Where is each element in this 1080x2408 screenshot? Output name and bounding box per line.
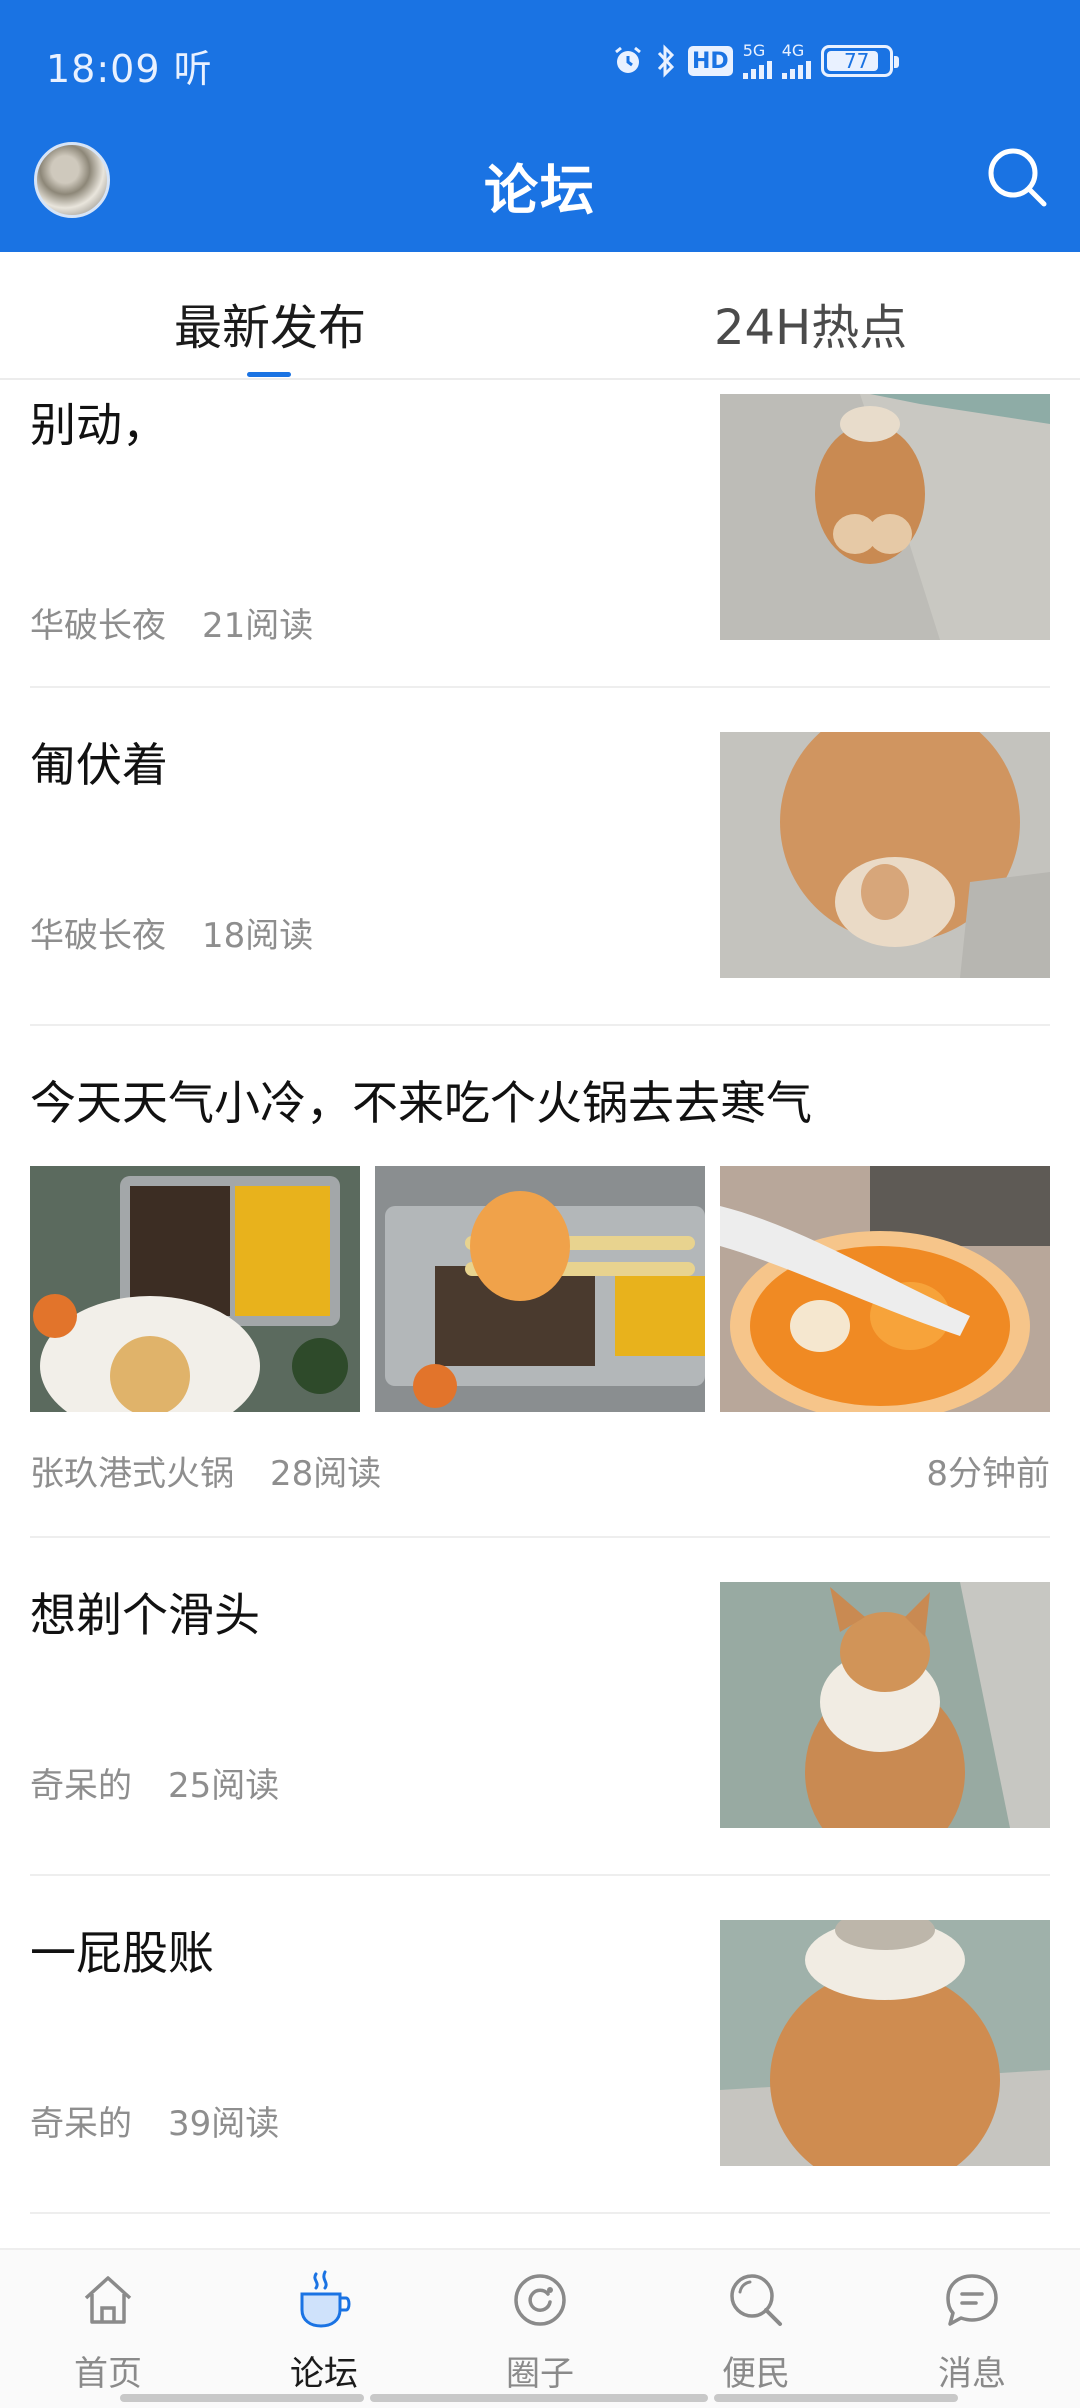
alarm-icon [612,43,644,79]
post-thumbnail [720,1582,1050,1828]
scrollbar-segment [370,2394,708,2402]
page-title: 论坛 [484,159,596,222]
status-time: 18:09 听 [46,47,213,91]
signal-4g-icon: 4G [781,43,811,79]
post-author: 奇呆的 [30,1766,132,1806]
search-icon [730,2274,782,2326]
battery-icon: 77 [820,45,899,77]
post-author: 张玖港式火锅 [30,1454,234,1494]
post-title: 匍伏着 [30,738,168,792]
scrollbar-segment [120,2394,364,2402]
scrollbar-segment [714,2394,958,2402]
circle-icon [514,2274,566,2326]
nav-label: 论坛 [290,2354,358,2394]
coffee-cup-icon [300,2270,351,2328]
post-title: 想剃个滑头 [30,1588,260,1642]
nav-home[interactable]: 首页 [0,2250,216,2408]
tab-indicator [247,372,291,377]
message-icon [946,2274,998,2326]
post-title: 一屁股账 [30,1926,214,1980]
post-meta: 奇呆的 25阅读 [30,1758,279,1807]
post-reads: 28阅读 [270,1454,382,1494]
search-icon [988,148,1047,207]
post-meta: 华破长夜 21阅读 [30,598,313,647]
home-icon [84,2276,132,2324]
post-item[interactable]: 想剃个滑头 奇呆的 25阅读 [30,1538,1050,1876]
post-meta: 张玖港式火锅 28阅读 [30,1446,381,1495]
nav-label: 便民 [722,2354,790,2394]
tab-bar: 最新发布 24H热点 [0,252,1080,380]
signal-5g-icon: 5G [742,43,772,79]
post-reads: 18阅读 [202,916,314,956]
post-time: 8分钟前 [926,1454,1050,1494]
post-reads: 25阅读 [168,1766,280,1806]
nav-services[interactable]: 便民 [648,2250,864,2408]
post-meta: 奇呆的 39阅读 [30,2096,279,2145]
post-title: 别动， [30,398,168,452]
post-item[interactable]: 匍伏着 华破长夜 18阅读 [30,688,1050,1026]
bottom-nav: 首页 论坛 圈子 便民 消息 [0,2248,1080,2408]
status-icons: HD 5G 4G 77 [612,40,899,82]
post-author: 华破长夜 [30,916,166,956]
post-title: 今天天气小冷，不来吃个火锅去去寒气 [30,1076,812,1130]
post-thumbnail [720,1920,1050,2166]
bluetooth-icon [654,43,678,79]
status-bar: 18:09 听 HD 5G 4G 77 [0,0,1080,120]
nav-messages[interactable]: 消息 [864,2250,1080,2408]
nav-label: 首页 [74,2354,142,2394]
top-bar: 18:09 听 HD 5G 4G 77 论坛 [0,0,1080,252]
search-button[interactable] [984,144,1050,210]
post-thumbnail [720,732,1050,978]
nav-label: 圈子 [506,2354,574,2394]
nav-forum[interactable]: 论坛 [216,2250,432,2408]
tab-latest[interactable]: 最新发布 [174,288,366,358]
post-thumbnail [720,394,1050,640]
nav-label: 消息 [938,2354,1006,2394]
post-image [30,1166,360,1412]
hd-icon: HD [688,46,733,76]
post-author: 奇呆的 [30,2104,132,2144]
nav-circle[interactable]: 圈子 [432,2250,648,2408]
post-item[interactable]: 一屁股账 奇呆的 39阅读 [30,1876,1050,2214]
tab-24h-hot[interactable]: 24H热点 [714,288,907,358]
post-image [375,1166,705,1412]
post-item[interactable]: 别动， 华破长夜 21阅读 [30,380,1050,688]
post-author: 华破长夜 [30,606,166,646]
post-meta: 华破长夜 18阅读 [30,908,313,957]
post-image [720,1166,1050,1412]
post-reads: 21阅读 [202,606,314,646]
post-reads: 39阅读 [168,2104,280,2144]
post-item[interactable]: 今天天气小冷，不来吃个火锅去去寒气 张玖港式火锅 28阅读 8分钟前 [30,1026,1050,1538]
